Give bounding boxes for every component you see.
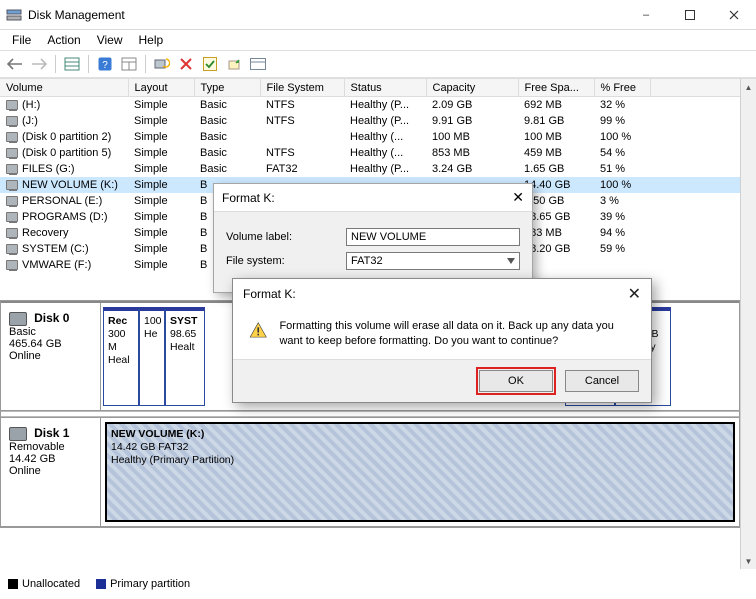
back-button[interactable] [4, 53, 26, 75]
col-filesystem[interactable]: File System [260, 79, 344, 97]
format-dialog-titlebar[interactable]: Format K: ✕ [214, 184, 532, 212]
disk1-state: Online [9, 465, 41, 477]
volume-icon [6, 132, 18, 142]
legend: Unallocated Primary partition [8, 573, 190, 595]
legend-primary-label: Primary partition [110, 578, 190, 590]
col-capacity[interactable]: Capacity [426, 79, 518, 97]
partition-status: Healthy (Primary Partition) [111, 454, 729, 467]
confirm-dialog: Format K: ✕ Formatting this volume will … [232, 278, 652, 403]
partition[interactable]: SYST98.65Healt [165, 307, 205, 406]
ok-button[interactable]: OK [479, 370, 553, 392]
close-button[interactable] [712, 0, 756, 30]
legend-unallocated-label: Unallocated [22, 578, 80, 590]
disk1-label[interactable]: Disk 1 Removable 14.42 GB Online [1, 418, 101, 526]
volume-icon [6, 116, 18, 126]
partition[interactable]: Rec300 MHeal [103, 307, 139, 406]
menu-help[interactable]: Help [131, 31, 172, 49]
warning-icon [249, 321, 267, 353]
format-dialog: Format K: ✕ Volume label: File system: F… [213, 183, 533, 293]
table-row[interactable]: (Disk 0 partition 5)SimpleBasicNTFSHealt… [0, 145, 756, 161]
column-header-row[interactable]: Volume Layout Type File System Status Ca… [0, 79, 756, 97]
disk0-state: Online [9, 350, 41, 362]
partition[interactable]: 100He [139, 307, 165, 406]
col-volume[interactable]: Volume [0, 79, 128, 97]
help-icon[interactable]: ? [94, 53, 116, 75]
minimize-button[interactable]: – [624, 0, 668, 30]
col-layout[interactable]: Layout [128, 79, 194, 97]
window-title: Disk Management [28, 8, 624, 22]
app-icon [6, 7, 22, 23]
scroll-down-icon[interactable]: ▼ [741, 553, 756, 569]
toolbar-grid-icon[interactable] [61, 53, 83, 75]
partition-name: NEW VOLUME (K:) [111, 428, 729, 441]
format-dialog-close-icon[interactable]: ✕ [512, 189, 524, 206]
volume-label-input[interactable] [346, 228, 520, 246]
disk1-size: 14.42 GB [9, 453, 55, 465]
confirm-message: Formatting this volume will erase all da… [279, 319, 635, 353]
menu-action[interactable]: Action [39, 31, 88, 49]
menu-view[interactable]: View [89, 31, 131, 49]
col-free[interactable]: Free Spa... [518, 79, 594, 97]
legend-primary-swatch [96, 579, 106, 589]
confirm-dialog-title: Format K: [243, 287, 296, 301]
table-row[interactable]: (H:)SimpleBasicNTFSHealthy (P...2.09 GB6… [0, 97, 756, 113]
volume-icon [6, 260, 18, 270]
new-up-icon[interactable] [223, 53, 245, 75]
volume-icon [6, 100, 18, 110]
window-icon[interactable] [247, 53, 269, 75]
partition-info: 14.42 GB FAT32 [111, 441, 729, 454]
disk-icon [9, 427, 27, 441]
check-icon[interactable] [199, 53, 221, 75]
volume-icon [6, 212, 18, 222]
col-pctfree[interactable]: % Free [594, 79, 650, 97]
volume-icon [6, 180, 18, 190]
format-dialog-title: Format K: [222, 191, 275, 205]
menu-file[interactable]: File [4, 31, 39, 49]
disk0-kind: Basic [9, 326, 36, 338]
table-row[interactable]: (Disk 0 partition 2)SimpleBasicHealthy (… [0, 129, 756, 145]
file-system-select[interactable]: FAT32 [346, 252, 520, 270]
delete-icon[interactable] [175, 53, 197, 75]
refresh-icon[interactable] [151, 53, 173, 75]
confirm-dialog-titlebar[interactable]: Format K: ✕ [233, 279, 651, 309]
volume-label-label: Volume label: [226, 231, 346, 243]
toolbar: ? [0, 50, 756, 78]
volume-icon [6, 228, 18, 238]
disk0-label[interactable]: Disk 0 Basic 465.64 GB Online [1, 303, 101, 410]
disk1-partitions: NEW VOLUME (K:) 14.42 GB FAT32 Healthy (… [101, 418, 739, 526]
forward-button[interactable] [28, 53, 50, 75]
scroll-track[interactable] [741, 95, 756, 553]
cancel-button[interactable]: Cancel [565, 370, 639, 392]
disk1-name: Disk 1 [34, 426, 69, 440]
volume-icon [6, 196, 18, 206]
volume-icon [6, 164, 18, 174]
disk1-pane: Disk 1 Removable 14.42 GB Online NEW VOL… [1, 417, 739, 527]
disk1-kind: Removable [9, 441, 65, 453]
volume-icon [6, 244, 18, 254]
col-status[interactable]: Status [344, 79, 426, 97]
svg-text:?: ? [102, 60, 108, 71]
table-row[interactable]: (J:)SimpleBasicNTFSHealthy (P...9.91 GB9… [0, 113, 756, 129]
titlebar: Disk Management – [0, 0, 756, 30]
toolbar-list-icon[interactable] [118, 53, 140, 75]
table-row[interactable]: FILES (G:)SimpleBasicFAT32Healthy (P...3… [0, 161, 756, 177]
col-type[interactable]: Type [194, 79, 260, 97]
disk0-name: Disk 0 [34, 311, 69, 325]
disk0-size: 465.64 GB [9, 338, 62, 350]
maximize-button[interactable] [668, 0, 712, 30]
disk-icon [9, 312, 27, 326]
confirm-dialog-close-icon[interactable]: ✕ [628, 284, 641, 304]
file-system-label: File system: [226, 255, 346, 267]
scroll-up-icon[interactable]: ▲ [741, 79, 756, 95]
vertical-scrollbar[interactable]: ▲ ▼ [740, 79, 756, 569]
partition-new-volume-k[interactable]: NEW VOLUME (K:) 14.42 GB FAT32 Healthy (… [105, 422, 735, 522]
legend-unallocated-swatch [8, 579, 18, 589]
menubar: File Action View Help [0, 30, 756, 50]
volume-icon [6, 148, 18, 158]
